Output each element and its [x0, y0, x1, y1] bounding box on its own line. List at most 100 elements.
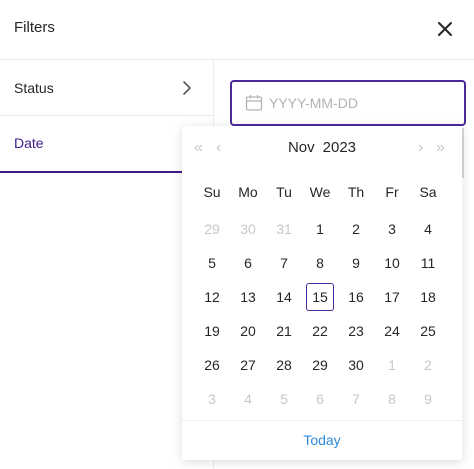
day-cell[interactable]: 1	[302, 212, 338, 246]
weekday-label: Sa	[419, 184, 437, 200]
month-select[interactable]: Nov	[288, 139, 315, 156]
day-cell[interactable]: 28	[266, 348, 302, 382]
weekday-label: We	[309, 184, 331, 200]
day-number: 1	[388, 357, 396, 373]
day-number: 24	[384, 323, 400, 339]
day-number: 29	[204, 221, 220, 237]
day-cell[interactable]: 31	[266, 212, 302, 246]
day-cell[interactable]: 18	[410, 280, 446, 314]
day-cell-today[interactable]: 15	[302, 280, 338, 314]
day-number: 5	[208, 255, 216, 271]
day-number: 17	[384, 289, 400, 305]
day-cell[interactable]: 7	[338, 382, 374, 416]
day-cell[interactable]: 4	[230, 382, 266, 416]
day-cell[interactable]: 8	[302, 246, 338, 280]
day-number: 19	[204, 323, 220, 339]
day-number: 27	[240, 357, 256, 373]
scrollbar[interactable]	[462, 128, 464, 178]
day-cell[interactable]: 21	[266, 314, 302, 348]
day-cell[interactable]: 6	[230, 246, 266, 280]
day-number: 22	[312, 323, 328, 339]
day-cell[interactable]: 13	[230, 280, 266, 314]
day-number: 18	[420, 289, 436, 305]
chevron-right-icon	[183, 81, 191, 95]
day-cell[interactable]: 7	[266, 246, 302, 280]
day-cell[interactable]: 5	[194, 246, 230, 280]
weekday-label: Tu	[276, 184, 292, 200]
today-button[interactable]: Today	[182, 432, 462, 448]
day-number: 16	[348, 289, 364, 305]
day-cell[interactable]: 20	[230, 314, 266, 348]
day-cell[interactable]: 24	[374, 314, 410, 348]
day-number: 2	[352, 221, 360, 237]
day-number: 4	[424, 221, 432, 237]
day-cell[interactable]: 2	[410, 348, 446, 382]
day-number: 26	[204, 357, 220, 373]
day-number: 14	[276, 289, 292, 305]
day-cell[interactable]: 12	[194, 280, 230, 314]
day-cell[interactable]: 10	[374, 246, 410, 280]
day-number: 7	[280, 255, 288, 271]
date-field[interactable]	[230, 80, 466, 126]
day-cell[interactable]: 5	[266, 382, 302, 416]
day-cell[interactable]: 11	[410, 246, 446, 280]
day-cell[interactable]: 19	[194, 314, 230, 348]
day-cell[interactable]: 4	[410, 212, 446, 246]
day-number: 31	[276, 221, 292, 237]
day-number: 5	[280, 391, 288, 407]
day-number: 4	[244, 391, 252, 407]
day-cell[interactable]: 27	[230, 348, 266, 382]
day-cell[interactable]: 6	[302, 382, 338, 416]
day-cell[interactable]: 1	[374, 348, 410, 382]
day-cell[interactable]: 30	[338, 348, 374, 382]
day-cell[interactable]: 30	[230, 212, 266, 246]
page-title: Filters	[14, 19, 55, 36]
day-number: 30	[348, 357, 364, 373]
day-cell[interactable]: 3	[194, 382, 230, 416]
day-number: 1	[316, 221, 324, 237]
day-number: 29	[312, 357, 328, 373]
day-cell[interactable]: 9	[410, 382, 446, 416]
day-number: 11	[420, 255, 436, 271]
day-number: 3	[388, 221, 396, 237]
day-cell[interactable]: 26	[194, 348, 230, 382]
date-input[interactable]	[269, 90, 449, 116]
day-cell[interactable]: 17	[374, 280, 410, 314]
close-icon[interactable]	[432, 16, 458, 42]
day-cell[interactable]: 23	[338, 314, 374, 348]
weekday-label: Fr	[385, 184, 399, 200]
day-number: 30	[240, 221, 256, 237]
sidebar-item-label: Date	[14, 135, 44, 151]
date-picker-popup: « ‹ Nov 2023 › » Su Mo Tu We Th Fr Sa 29 30 31 1 2 3…	[182, 126, 462, 460]
weekday-label: Su	[203, 184, 221, 200]
day-number: 15	[306, 283, 334, 311]
day-number: 13	[240, 289, 256, 305]
day-cell[interactable]: 16	[338, 280, 374, 314]
day-cell[interactable]: 3	[374, 212, 410, 246]
close-button[interactable]	[432, 16, 458, 42]
calendar-footer: Today	[182, 420, 462, 461]
weekday-label: Th	[347, 184, 365, 200]
day-cell[interactable]: 29	[302, 348, 338, 382]
day-cell[interactable]: 29	[194, 212, 230, 246]
day-cell[interactable]: 9	[338, 246, 374, 280]
day-number: 12	[204, 289, 220, 305]
day-number: 6	[244, 255, 252, 271]
day-cell[interactable]: 22	[302, 314, 338, 348]
day-cell[interactable]: 2	[338, 212, 374, 246]
day-number: 9	[352, 255, 360, 271]
day-number: 7	[352, 391, 360, 407]
day-number: 25	[420, 323, 436, 339]
day-number: 23	[348, 323, 364, 339]
year-select[interactable]: 2023	[323, 139, 356, 156]
day-cell[interactable]: 14	[266, 280, 302, 314]
day-cell[interactable]: 8	[374, 382, 410, 416]
day-cell[interactable]: 25	[410, 314, 446, 348]
day-number: 8	[388, 391, 396, 407]
next-month-button[interactable]: ›	[418, 138, 423, 158]
next-year-button[interactable]: »	[436, 138, 445, 158]
day-number: 2	[424, 357, 432, 373]
sidebar-item-status[interactable]: Status	[0, 60, 213, 116]
day-number: 9	[424, 391, 432, 407]
calendar-icon	[245, 95, 263, 111]
